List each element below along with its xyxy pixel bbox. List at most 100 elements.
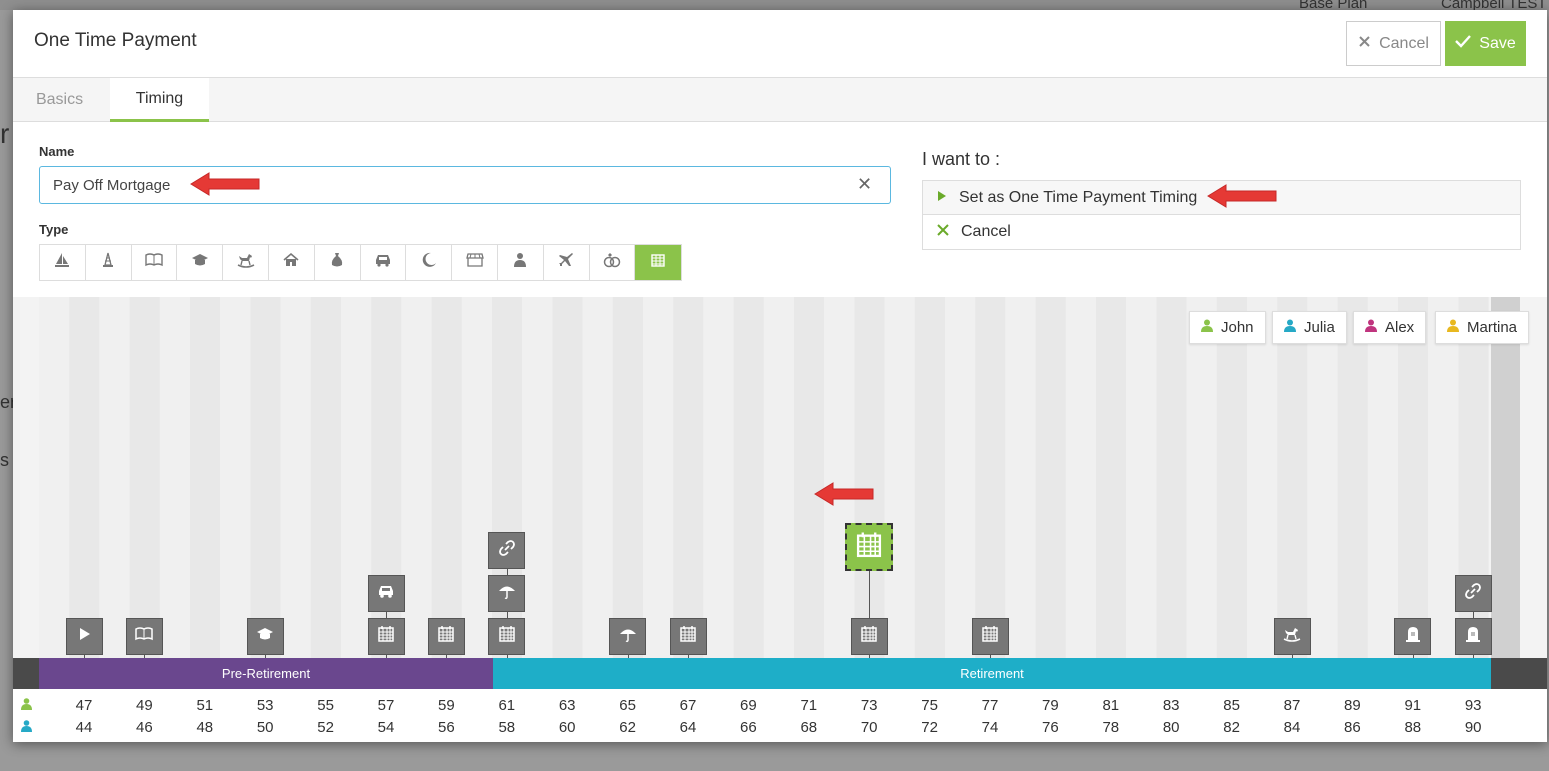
rocking-horse-icon [1282, 625, 1302, 648]
timeline-stripe [431, 297, 462, 658]
phase-retirement: Retirement [493, 658, 1491, 689]
timeline-event-calendar[interactable] [850, 618, 888, 655]
timeline-event-umbrella[interactable] [609, 618, 647, 655]
timeline-stripe [220, 297, 251, 658]
john-age-label: 53 [256, 697, 274, 714]
type-rings-button[interactable] [589, 245, 636, 280]
timeline-event-calendar[interactable] [427, 618, 465, 655]
julia-age-label: 68 [800, 719, 818, 736]
cancel-action[interactable]: Cancel [922, 215, 1521, 250]
modal-title: One Time Payment [34, 30, 197, 51]
timeline-stripe [1156, 297, 1187, 658]
timeline-event-calendar[interactable] [488, 618, 526, 655]
link-icon [497, 539, 517, 562]
home-icon [283, 252, 299, 273]
timeline-stripe [129, 297, 160, 658]
type-home-button[interactable] [268, 245, 315, 280]
timeline-event-calendar[interactable] [367, 618, 405, 655]
type-book-button[interactable] [131, 245, 178, 280]
timeline-stripe [69, 297, 100, 658]
julia-age-label: 64 [679, 719, 697, 736]
person-chip-julia[interactable]: Julia [1272, 311, 1347, 344]
timeline-stripe [975, 297, 1006, 658]
timeline-stripe [1398, 297, 1429, 658]
timeline-stripe [39, 297, 70, 658]
car-icon [376, 582, 396, 605]
timeline-stripe [643, 297, 674, 658]
john-age-label: 63 [558, 697, 576, 714]
car-icon [374, 253, 392, 272]
type-car-button[interactable] [360, 245, 407, 280]
person-icon [512, 252, 528, 273]
cancel-button[interactable]: Cancel [1346, 21, 1441, 66]
timeline-stripe [280, 297, 311, 658]
timeline-stripe [582, 297, 613, 658]
cancel-button-label: Cancel [1379, 34, 1429, 52]
timeline-event-play[interactable] [65, 618, 103, 655]
timeline-event-graduation-cap[interactable] [246, 618, 284, 655]
type-store-button[interactable] [452, 245, 498, 280]
name-input[interactable] [39, 166, 891, 204]
julia-age-label: 60 [558, 719, 576, 736]
timeline-event-umbrella[interactable] [488, 575, 526, 612]
calendar-icon [980, 625, 1000, 648]
book-icon [134, 625, 154, 648]
julia-age-label: 88 [1404, 719, 1422, 736]
one-time-payment-modal: One Time Payment Cancel Save Basics Timi… [13, 10, 1547, 742]
timeline-stripe [914, 297, 945, 658]
timeline-event-calendar[interactable] [669, 618, 707, 655]
tab-timing[interactable]: Timing [110, 78, 209, 122]
person-chip-martina[interactable]: Martina [1435, 311, 1530, 344]
john-age-label: 49 [136, 697, 153, 714]
timeline-event-calendar[interactable] [971, 618, 1009, 655]
julia-age-label: 72 [921, 719, 938, 736]
calendar-icon [376, 625, 396, 648]
type-plane-button[interactable] [543, 245, 590, 280]
julia-age-label: 48 [196, 719, 214, 736]
timeline-event-car[interactable] [367, 575, 405, 612]
john-age-label: 55 [317, 697, 334, 714]
phase-start-cap [13, 658, 39, 689]
clear-input-icon[interactable]: ✕ [857, 174, 872, 195]
type-selector [39, 244, 683, 281]
john-age-label: 91 [1404, 697, 1422, 714]
timeline-stripe [1216, 297, 1247, 658]
timeline-stripe [250, 297, 281, 658]
timeline-stripe [1096, 297, 1127, 658]
tab-basics[interactable]: Basics [13, 78, 106, 122]
sailboat-icon [54, 252, 70, 273]
type-graduation-button[interactable] [177, 245, 224, 280]
name-label: Name [39, 144, 75, 159]
timeline-event-tombstone[interactable] [1394, 618, 1432, 655]
julia-age-label: 54 [377, 719, 395, 736]
save-button[interactable]: Save [1445, 21, 1526, 66]
type-money-bag-button[interactable] [314, 245, 361, 280]
person-chip-alex[interactable]: Alex [1353, 311, 1427, 344]
set-timing-label: Set as One Time Payment Timing [959, 188, 1198, 206]
person-chip-john[interactable]: John [1189, 311, 1266, 344]
timeline-event-tombstone[interactable] [1454, 618, 1492, 655]
john-age-label: 67 [679, 697, 697, 714]
calendar-icon [859, 625, 879, 648]
type-calendar-button[interactable] [635, 245, 682, 280]
type-sailboat-button[interactable] [40, 245, 86, 280]
type-rocking-horse-button[interactable] [223, 245, 269, 280]
julia-age-label: 52 [317, 719, 334, 736]
julia-age-label: 78 [1102, 719, 1120, 736]
julia-age-label: 84 [1283, 719, 1301, 736]
john-age-label: 65 [619, 697, 636, 714]
selected-payment-marker[interactable] [845, 523, 894, 571]
timeline-event-book[interactable] [125, 618, 163, 655]
timeline-event-link[interactable] [488, 532, 526, 569]
type-person-button[interactable] [497, 245, 544, 280]
john-age-label: 85 [1223, 697, 1240, 714]
rings-icon [603, 252, 621, 273]
type-moon-button[interactable] [406, 245, 453, 280]
timeline-stripe [1307, 297, 1338, 658]
timeline-event-link[interactable] [1454, 575, 1492, 612]
timeline-stripe [1126, 297, 1157, 658]
timeline-event-rocking-horse[interactable] [1273, 618, 1311, 655]
graduation-cap-icon [255, 625, 275, 648]
type-cake-button[interactable] [85, 245, 132, 280]
julia-age-label: 74 [981, 719, 999, 736]
